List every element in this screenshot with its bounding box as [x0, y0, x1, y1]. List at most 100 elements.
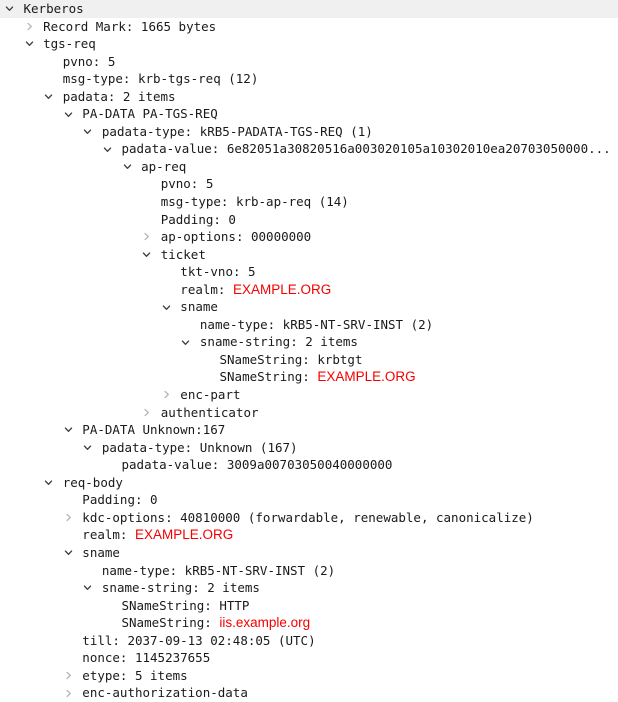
- tree-row-label: SNameString: krbtgt: [220, 351, 363, 369]
- tree-row[interactable]: ap-req: [0, 158, 618, 176]
- tree-row-text: realm:: [180, 281, 233, 297]
- tree-row-label: tgs-req: [43, 35, 96, 53]
- chevron-down-icon[interactable]: [101, 140, 115, 158]
- tree-row-text: Padding: 0: [160, 211, 236, 227]
- chevron-right-icon[interactable]: [140, 404, 154, 422]
- tree-row-text: padata-value: 6e82051a30820516a003020105…: [121, 141, 611, 157]
- tree-row-text: ap-options: 00000000: [160, 229, 312, 245]
- tree-row-label: etype: 5 items: [82, 667, 187, 685]
- chevron-right-icon[interactable]: [22, 18, 36, 36]
- tree-row[interactable]: enc-part: [0, 386, 618, 404]
- tree-row-text: pvno: 5: [160, 176, 214, 192]
- tree-row[interactable]: pvno: 5: [0, 175, 618, 193]
- tree-row[interactable]: tgs-req: [0, 35, 618, 53]
- tree-row[interactable]: msg-type: krb-tgs-req (12): [0, 70, 618, 88]
- tree-row[interactable]: realm: EXAMPLE.ORG: [0, 281, 618, 299]
- tree-row[interactable]: Padding: 0: [0, 491, 618, 509]
- tree-row-text: enc-part: [180, 387, 241, 403]
- tree-row[interactable]: nonce: 1145237655: [0, 649, 618, 667]
- tree-row-value-highlighted: EXAMPLE.ORG: [232, 281, 332, 297]
- tree-row[interactable]: sname: [0, 544, 618, 562]
- tree-row-label: kdc-options: 40810000 (forwardable, rene…: [82, 509, 534, 527]
- tree-row[interactable]: padata: 2 items: [0, 88, 618, 106]
- chevron-down-icon[interactable]: [61, 421, 75, 439]
- tree-row[interactable]: Kerberos: [0, 0, 618, 18]
- tree-row-text: name-type: kRB5-NT-SRV-INST (2): [199, 316, 434, 332]
- chevron-right-icon[interactable]: [61, 667, 75, 685]
- tree-row-label: Padding: 0: [82, 491, 157, 509]
- tree-row-text: Padding: 0: [82, 492, 158, 508]
- tree-row-label: padata-value: 6e82051a30820516a003020105…: [122, 140, 611, 158]
- tree-row[interactable]: tkt-vno: 5: [0, 263, 618, 281]
- tree-row[interactable]: name-type: kRB5-NT-SRV-INST (2): [0, 316, 618, 334]
- chevron-down-icon[interactable]: [81, 123, 95, 141]
- tree-row-label: authenticator: [161, 404, 259, 422]
- tree-row[interactable]: SNameString: EXAMPLE.ORG: [0, 368, 618, 386]
- tree-row[interactable]: Record Mark: 1665 bytes: [0, 18, 618, 36]
- tree-row-label: Kerberos: [24, 0, 84, 18]
- tree-row[interactable]: padata-value: 6e82051a30820516a003020105…: [0, 140, 618, 158]
- chevron-down-icon[interactable]: [159, 298, 173, 316]
- chevron-right-icon[interactable]: [159, 386, 173, 404]
- chevron-down-icon[interactable]: [22, 35, 36, 53]
- tree-row[interactable]: SNameString: iis.example.org: [0, 614, 618, 632]
- chevron-down-icon[interactable]: [81, 579, 95, 597]
- tree-row[interactable]: padata-type: Unknown (167): [0, 439, 618, 457]
- tree-row[interactable]: ap-options: 00000000: [0, 228, 618, 246]
- chevron-down-icon[interactable]: [140, 246, 154, 264]
- tree-row[interactable]: SNameString: krbtgt: [0, 351, 618, 369]
- chevron-down-icon[interactable]: [179, 333, 193, 351]
- tree-row[interactable]: req-body: [0, 474, 618, 492]
- chevron-down-icon[interactable]: [3, 0, 17, 18]
- tree-row-label: Padding: 0: [161, 211, 236, 229]
- tree-row-text: msg-type: krb-ap-req (14): [160, 194, 349, 210]
- tree-row-text: msg-type: krb-tgs-req (12): [62, 71, 259, 87]
- tree-row[interactable]: sname-string: 2 items: [0, 333, 618, 351]
- tree-row[interactable]: PA-DATA PA-TGS-REQ: [0, 105, 618, 123]
- tree-row-text: ticket: [160, 246, 206, 262]
- tree-row-label: Record Mark: 1665 bytes: [43, 18, 216, 36]
- tree-row[interactable]: sname: [0, 298, 618, 316]
- tree-row-label: ap-options: 00000000: [161, 228, 312, 246]
- tree-row[interactable]: pvno: 5: [0, 53, 618, 71]
- tree-row[interactable]: padata-value: 3009a00703050040000000: [0, 456, 618, 474]
- tree-row-label: name-type: kRB5-NT-SRV-INST (2): [200, 316, 433, 334]
- tree-row[interactable]: padata-type: kRB5-PADATA-TGS-REQ (1): [0, 123, 618, 141]
- tree-row-text: sname: [82, 544, 120, 560]
- chevron-right-icon[interactable]: [61, 684, 75, 702]
- tree-row-label: enc-authorization-data: [82, 684, 248, 702]
- tree-row[interactable]: kdc-options: 40810000 (forwardable, rene…: [0, 509, 618, 527]
- chevron-down-icon[interactable]: [42, 88, 56, 106]
- tree-row[interactable]: msg-type: krb-ap-req (14): [0, 193, 618, 211]
- tree-row[interactable]: SNameString: HTTP: [0, 597, 618, 615]
- chevron-down-icon[interactable]: [61, 544, 75, 562]
- tree-row[interactable]: ticket: [0, 246, 618, 264]
- chevron-right-icon[interactable]: [140, 228, 154, 246]
- chevron-down-icon[interactable]: [120, 158, 134, 176]
- tree-row-label: SNameString: iis.example.org: [122, 614, 311, 632]
- tree-row[interactable]: Padding: 0: [0, 211, 618, 229]
- tree-row-text: kdc-options: 40810000 (forwardable, rene…: [82, 509, 534, 525]
- tree-row-text: sname-string: 2 items: [101, 580, 260, 596]
- tree-row[interactable]: name-type: kRB5-NT-SRV-INST (2): [0, 562, 618, 580]
- tree-row[interactable]: sname-string: 2 items: [0, 579, 618, 597]
- chevron-down-icon[interactable]: [81, 439, 95, 457]
- tree-row[interactable]: realm: EXAMPLE.ORG: [0, 526, 618, 544]
- tree-row-text: pvno: 5: [62, 53, 116, 69]
- tree-row[interactable]: enc-authorization-data: [0, 684, 618, 702]
- chevron-down-icon[interactable]: [42, 474, 56, 492]
- tree-row-label: req-body: [63, 474, 123, 492]
- tree-row-label: sname-string: 2 items: [200, 333, 358, 351]
- tree-row-text: SNameString:: [121, 615, 220, 631]
- tree-row-text: tkt-vno: 5: [180, 264, 256, 280]
- chevron-down-icon[interactable]: [61, 105, 75, 123]
- tree-row-text: Record Mark: 1665 bytes: [43, 18, 217, 34]
- tree-row-label: name-type: kRB5-NT-SRV-INST (2): [102, 562, 335, 580]
- tree-row[interactable]: authenticator: [0, 404, 618, 422]
- tree-row[interactable]: PA-DATA Unknown:167: [0, 421, 618, 439]
- tree-row-text: padata: 2 items: [62, 88, 176, 104]
- chevron-right-icon[interactable]: [61, 509, 75, 527]
- packet-detail-tree[interactable]: Kerberos Record Mark: 1665 bytes tgs-req pv…: [0, 0, 618, 702]
- tree-row[interactable]: till: 2037-09-13 02:48:05 (UTC): [0, 632, 618, 650]
- tree-row[interactable]: etype: 5 items: [0, 667, 618, 685]
